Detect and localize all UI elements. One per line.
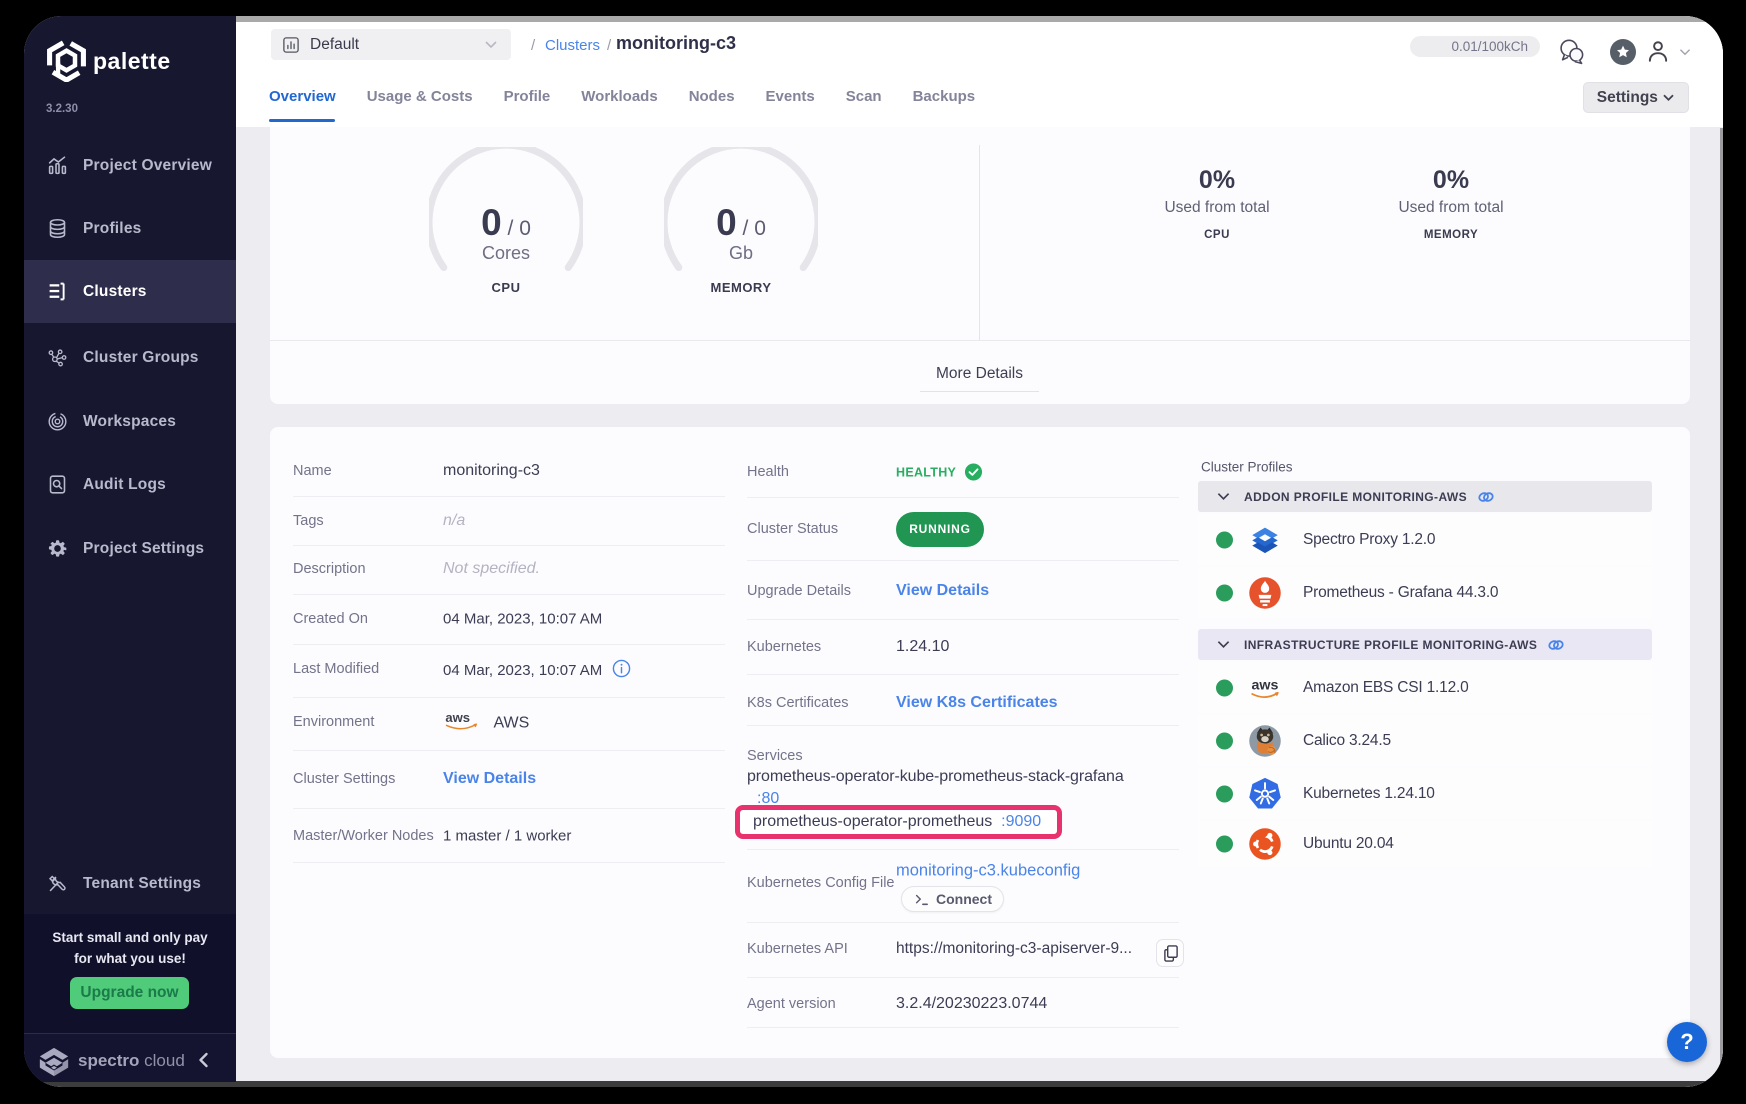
- svg-text:aws: aws: [445, 710, 470, 725]
- svg-text:aws: aws: [1252, 677, 1279, 693]
